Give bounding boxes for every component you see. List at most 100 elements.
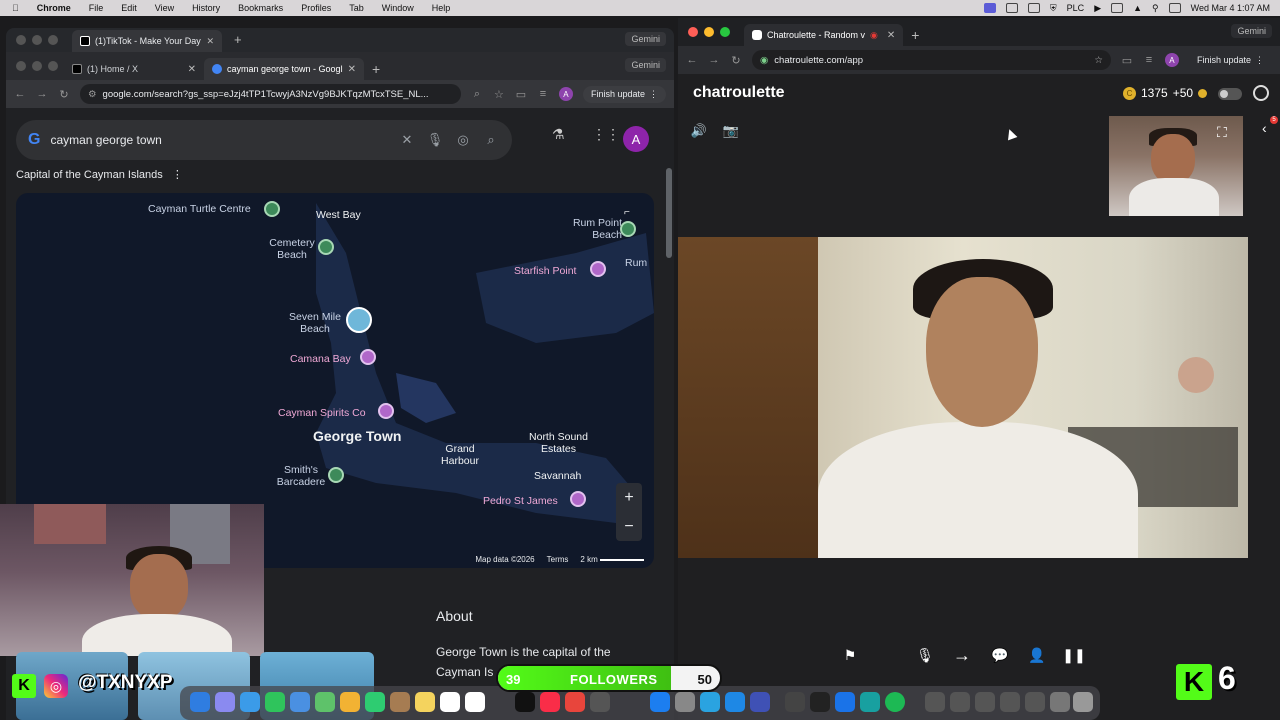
map-pin-icon[interactable] <box>570 491 586 507</box>
beach-photo-pin-icon[interactable] <box>346 307 372 333</box>
safari-app-icon[interactable] <box>240 692 260 712</box>
telegram-app-icon[interactable] <box>700 692 720 712</box>
new-tab-icon[interactable]: + <box>903 24 927 46</box>
map-label[interactable]: Pedro St James <box>483 495 558 507</box>
map-pin-icon[interactable] <box>264 201 280 217</box>
minimize-window-icon[interactable] <box>32 61 42 71</box>
map-label[interactable]: Cayman Spirits Co <box>278 407 366 419</box>
forward-icon[interactable]: → <box>36 88 48 100</box>
plc-label[interactable]: PLC <box>1067 3 1085 13</box>
gemini-button[interactable]: Gemini <box>1231 24 1272 38</box>
zoom-out-button[interactable]: − <box>624 518 633 536</box>
finish-update-button[interactable]: Finish update ⋮ <box>1189 52 1272 69</box>
zoom-window-icon[interactable] <box>48 35 58 45</box>
lens-search-icon[interactable]: ◎ <box>454 132 472 148</box>
control-center-icon[interactable] <box>1168 3 1181 13</box>
map-pin-icon[interactable] <box>318 239 334 255</box>
window-thumbnail-icon[interactable] <box>925 692 945 712</box>
tv-app-icon[interactable] <box>515 692 535 712</box>
chevron-left-icon[interactable]: ‹ <box>1262 120 1267 136</box>
launchpad-app-icon[interactable] <box>215 692 235 712</box>
search-icon[interactable]: ⚲ <box>1152 3 1159 14</box>
trash-icon[interactable] <box>1073 692 1093 712</box>
menu-tab[interactable]: Tab <box>349 3 364 13</box>
apps-grid-icon[interactable]: ⋮⋮ <box>592 126 620 143</box>
window-thumbnail-icon[interactable] <box>975 692 995 712</box>
close-tab-icon[interactable]: ✕ <box>887 30 895 41</box>
battery-icon[interactable] <box>1111 3 1124 13</box>
map-label[interactable]: North Sound Estates <box>521 431 596 455</box>
bookmark-star-icon[interactable]: ☆ <box>493 88 505 101</box>
app-store-icon[interactable] <box>650 692 670 712</box>
map-label[interactable]: Savannah <box>534 470 581 482</box>
sidebar-icon[interactable]: ▭ <box>515 88 527 101</box>
notes-app-icon[interactable] <box>415 692 435 712</box>
coin-balance[interactable]: C 1375 +50 <box>1123 86 1208 100</box>
zoom-in-button[interactable]: + <box>624 489 633 507</box>
shield-icon[interactable]: ⛨ <box>1050 3 1057 14</box>
google-logo-icon[interactable]: G <box>28 131 40 149</box>
close-tab-icon[interactable]: ✕ <box>348 64 356 75</box>
contacts-app-icon[interactable] <box>390 692 410 712</box>
map-label[interactable]: Camana Bay <box>290 353 351 365</box>
play-icon[interactable]: ▶ <box>1094 3 1101 14</box>
address-bar[interactable]: ⚙ google.com/search?gs_ssp=eJzj4tTP1Tcwy… <box>80 84 461 104</box>
downloads-icon[interactable] <box>1050 692 1070 712</box>
reading-list-icon[interactable]: ≡ <box>1143 54 1155 66</box>
google-account-avatar[interactable]: A <box>623 126 649 152</box>
new-tab-icon[interactable]: + <box>234 32 242 47</box>
map-label[interactable]: Cemetery Beach <box>262 237 322 261</box>
close-window-icon[interactable] <box>16 35 26 45</box>
reload-icon[interactable]: ↻ <box>58 88 70 101</box>
menubar-clock[interactable]: Wed Mar 4 1:07 AM <box>1191 3 1270 13</box>
clear-search-icon[interactable]: ✕ <box>398 132 416 148</box>
page-scrollbar[interactable] <box>666 168 672 258</box>
menu-history[interactable]: History <box>192 3 220 13</box>
finder-app-icon[interactable] <box>190 692 210 712</box>
calendar-app-icon[interactable] <box>465 692 485 712</box>
tab-google-search[interactable]: cayman george town - Googl ✕ <box>204 58 364 80</box>
menu-help[interactable]: Help <box>432 3 451 13</box>
forward-icon[interactable]: → <box>708 54 720 66</box>
google-search-box[interactable]: G cayman george town ✕ 🎙 ◎ ⌕ <box>16 120 512 160</box>
close-window-icon[interactable] <box>16 61 26 71</box>
map-pin-icon[interactable] <box>620 221 636 237</box>
menu-app-name[interactable]: Chrome <box>37 3 71 13</box>
profile-avatar[interactable]: A <box>1164 53 1179 67</box>
app-icon[interactable] <box>725 692 745 712</box>
window-thumbnail-icon[interactable] <box>1025 692 1045 712</box>
new-tab-icon[interactable]: + <box>364 58 388 80</box>
search-icon[interactable]: ⌕ <box>482 132 500 148</box>
theme-toggle[interactable] <box>1218 88 1242 100</box>
zoom-window-icon[interactable] <box>48 61 58 71</box>
map-pin-icon[interactable] <box>360 349 376 365</box>
app-icon[interactable] <box>860 692 880 712</box>
map-label[interactable]: Seven Mile Beach <box>280 311 350 335</box>
map-label[interactable]: Rum <box>625 257 647 269</box>
map-pin-icon[interactable] <box>328 467 344 483</box>
menu-profiles[interactable]: Profiles <box>301 3 331 13</box>
reload-icon[interactable]: ↻ <box>730 54 742 67</box>
apple-icon[interactable]:  <box>12 3 19 13</box>
gemini-button[interactable]: Gemini <box>625 58 666 72</box>
wifi-icon[interactable]: ▲ <box>1133 3 1142 13</box>
mail-app-icon[interactable] <box>290 692 310 712</box>
map-label[interactable]: West Bay <box>316 209 361 221</box>
map-terms-link[interactable]: Terms <box>547 555 569 564</box>
reminders-app-icon[interactable] <box>440 692 460 712</box>
map-label[interactable]: Starfish Point <box>514 265 576 277</box>
tab-x-home[interactable]: (1) Home / X ✕ <box>64 58 204 80</box>
minimize-window-icon[interactable] <box>32 35 42 45</box>
finish-update-button[interactable]: Finish update ⋮ <box>582 85 666 103</box>
app-icon[interactable] <box>835 692 855 712</box>
map-label[interactable]: Smith's Barcadere <box>266 464 336 488</box>
menu-bookmarks[interactable]: Bookmarks <box>238 3 283 13</box>
photos-app-icon[interactable] <box>340 692 360 712</box>
sidebar-icon[interactable]: ▭ <box>1121 54 1133 67</box>
map-label[interactable]: Cayman Turtle Centre <box>148 203 251 215</box>
app-icon[interactable] <box>590 692 610 712</box>
menu-view[interactable]: View <box>155 3 174 13</box>
back-icon[interactable]: ← <box>686 54 698 66</box>
facetime-app-icon[interactable] <box>365 692 385 712</box>
bookmark-star-icon[interactable]: ☆ <box>1094 55 1103 66</box>
